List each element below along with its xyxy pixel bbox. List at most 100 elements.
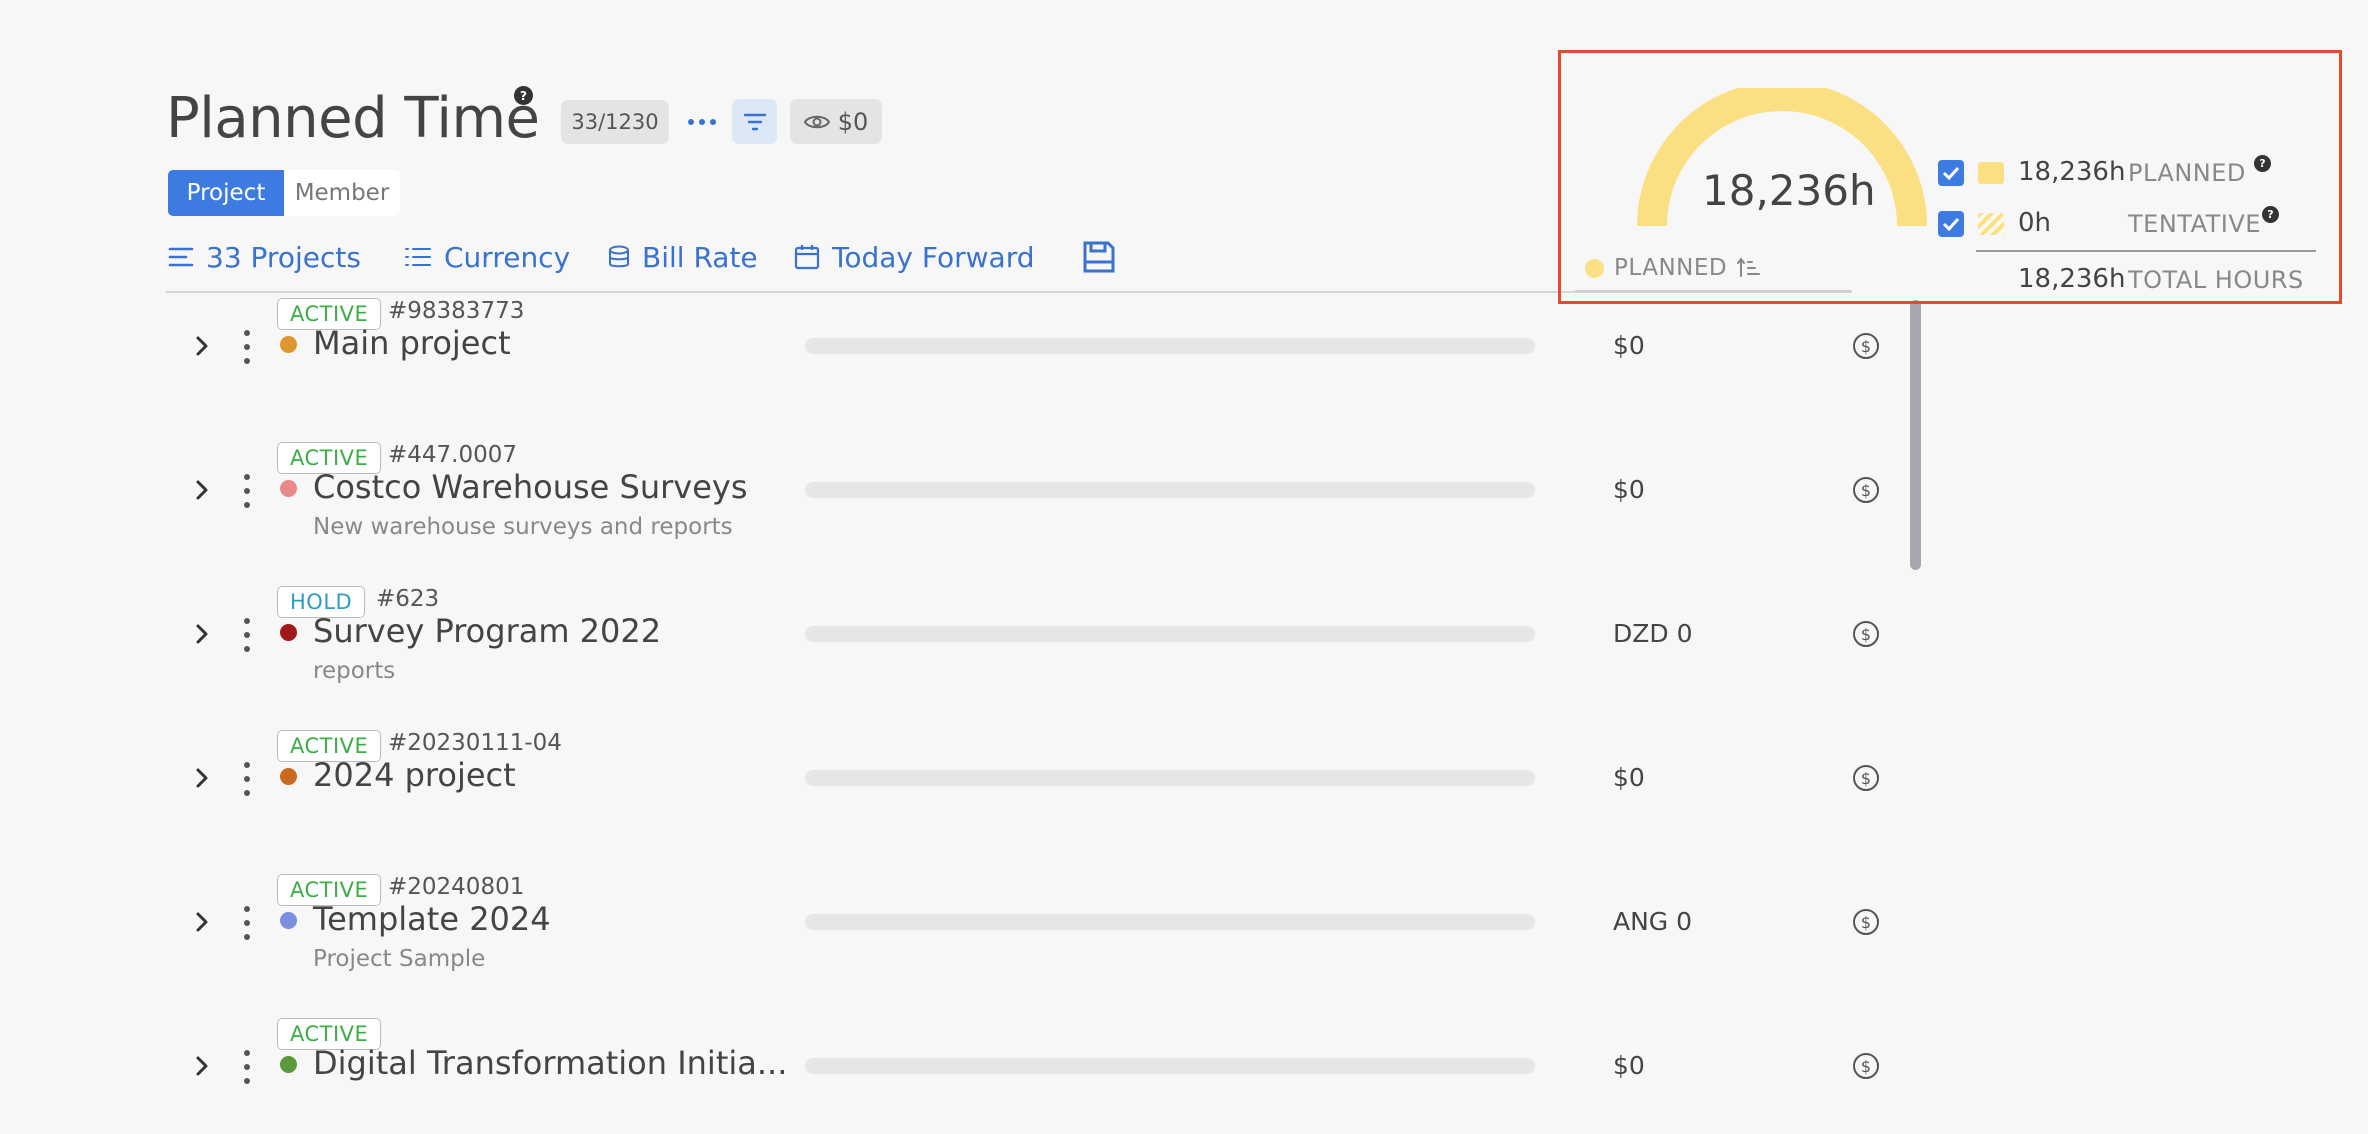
svg-text:$: $ bbox=[1861, 337, 1871, 356]
table-row[interactable]: ACTIVE #20230111-04 2024 project $0 $ bbox=[0, 730, 1930, 874]
project-name[interactable]: 2024 project bbox=[313, 756, 516, 794]
svg-text:$: $ bbox=[1861, 769, 1871, 788]
project-id: #98383773 bbox=[388, 298, 525, 324]
dollar-icon[interactable]: $ bbox=[1852, 476, 1880, 504]
chevron-right-icon[interactable] bbox=[190, 478, 214, 502]
page-title: Planned Time bbox=[166, 86, 540, 151]
member-toggle-button[interactable]: Member bbox=[284, 170, 400, 216]
project-id: #447.0007 bbox=[388, 442, 518, 468]
project-name[interactable]: Survey Program 2022 bbox=[313, 612, 661, 650]
row-menu-button[interactable] bbox=[243, 1050, 251, 1084]
project-color-dot bbox=[280, 336, 297, 353]
dollar-icon[interactable]: $ bbox=[1852, 908, 1880, 936]
planned-value: 18,236h bbox=[2018, 157, 2126, 187]
row-menu-button[interactable] bbox=[243, 474, 251, 508]
scrollbar[interactable] bbox=[1910, 300, 1921, 570]
tentative-help-icon[interactable]: ? bbox=[2262, 206, 2279, 223]
dot-icon bbox=[244, 618, 250, 624]
project-color-dot bbox=[280, 1056, 297, 1073]
currency-selector-label: Currency bbox=[444, 240, 571, 274]
table-row[interactable]: ACTIVE #98383773 Main project $0 $ bbox=[0, 298, 1930, 442]
dot-icon bbox=[244, 488, 250, 494]
project-color-dot bbox=[280, 768, 297, 785]
dot-icon bbox=[244, 1078, 250, 1084]
svg-text:$: $ bbox=[1861, 481, 1871, 500]
chevron-right-icon[interactable] bbox=[190, 1054, 214, 1078]
table-row[interactable]: ACTIVE Digital Transformation Initia... $0… bbox=[0, 1018, 1930, 1134]
svg-text:$: $ bbox=[1861, 1057, 1871, 1076]
dot-icon bbox=[244, 934, 250, 940]
projects-selector[interactable]: 33 Projects bbox=[168, 237, 361, 277]
dollar-icon[interactable]: $ bbox=[1852, 764, 1880, 792]
chevron-right-icon[interactable] bbox=[190, 334, 214, 358]
currency-selector[interactable]: Currency bbox=[404, 237, 570, 277]
total-hours-value: 18,236h bbox=[2018, 264, 2126, 294]
chevron-right-icon[interactable] bbox=[190, 766, 214, 790]
dollar-icon[interactable]: $ bbox=[1852, 620, 1880, 648]
project-name[interactable]: Main project bbox=[313, 324, 511, 362]
filter-button[interactable] bbox=[732, 99, 777, 144]
project-count-chip: 33/1230 bbox=[561, 100, 669, 144]
dot-icon bbox=[699, 119, 705, 125]
chevron-right-icon[interactable] bbox=[190, 622, 214, 646]
project-amount: $0 bbox=[1613, 1051, 1645, 1080]
total-hours-label: TOTAL HOURS bbox=[2128, 266, 2304, 294]
row-menu-button[interactable] bbox=[243, 330, 251, 364]
project-amount: DZD 0 bbox=[1613, 619, 1693, 648]
project-color-dot bbox=[280, 480, 297, 497]
save-view-button[interactable] bbox=[1082, 237, 1116, 277]
list-icon bbox=[168, 247, 194, 267]
project-color-dot bbox=[280, 912, 297, 929]
project-description: Project Sample bbox=[313, 946, 486, 972]
progress-bar bbox=[805, 626, 1535, 642]
dot-icon bbox=[244, 474, 250, 480]
planned-help-icon[interactable]: ? bbox=[2254, 155, 2271, 172]
project-amount: $0 bbox=[1613, 475, 1645, 504]
check-icon bbox=[1942, 166, 1960, 180]
planned-checkbox[interactable] bbox=[1938, 160, 1964, 186]
dollar-icon[interactable]: $ bbox=[1852, 1052, 1880, 1080]
dot-icon bbox=[244, 1064, 250, 1070]
table-row[interactable]: ACTIVE #20240801 Template 2024 Project Samp… bbox=[0, 874, 1930, 1018]
row-menu-button[interactable] bbox=[243, 906, 251, 940]
gauge-value: 18,236h bbox=[1702, 166, 1876, 215]
dot-icon bbox=[244, 1050, 250, 1056]
dot-icon bbox=[688, 119, 694, 125]
calendar-icon bbox=[794, 245, 820, 270]
eye-icon bbox=[803, 115, 830, 128]
tentative-checkbox[interactable] bbox=[1938, 211, 1964, 237]
tentative-swatch bbox=[1978, 213, 2004, 235]
project-description: New warehouse surveys and reports bbox=[313, 514, 733, 540]
project-id: #20240801 bbox=[388, 874, 525, 900]
table-row[interactable]: HOLD #623 Survey Program 2022 reports DZD 0 $ bbox=[0, 586, 1930, 730]
bill-rate-selector-label: Bill Rate bbox=[642, 240, 758, 274]
row-menu-button[interactable] bbox=[243, 762, 251, 796]
progress-bar bbox=[805, 770, 1535, 786]
svg-text:$: $ bbox=[1861, 625, 1871, 644]
dot-icon bbox=[244, 790, 250, 796]
date-range-selector[interactable]: Today Forward bbox=[794, 237, 1034, 277]
sort-icon bbox=[1737, 257, 1761, 277]
dot-icon bbox=[244, 906, 250, 912]
dollar-icon[interactable]: $ bbox=[1852, 332, 1880, 360]
title-help-icon[interactable]: ? bbox=[514, 86, 533, 105]
progress-bar bbox=[805, 914, 1535, 930]
gauge-legend[interactable]: PLANNED bbox=[1585, 255, 1761, 281]
more-options-button[interactable] bbox=[684, 106, 720, 138]
table-row[interactable]: ACTIVE #447.0007 Costco Warehouse Surveys N… bbox=[0, 442, 1930, 586]
progress-bar bbox=[805, 482, 1535, 498]
database-icon bbox=[609, 245, 629, 268]
view-toggle-chip[interactable]: $0 bbox=[790, 99, 882, 144]
progress-bar bbox=[805, 1058, 1535, 1074]
chevron-right-icon[interactable] bbox=[190, 910, 214, 934]
bulleted-list-icon bbox=[405, 248, 431, 266]
dot-icon bbox=[244, 920, 250, 926]
bill-rate-selector[interactable]: Bill Rate bbox=[608, 237, 758, 277]
row-menu-button[interactable] bbox=[243, 618, 251, 652]
project-description: reports bbox=[313, 658, 396, 684]
project-name[interactable]: Template 2024 bbox=[313, 900, 551, 938]
project-name[interactable]: Digital Transformation Initia... bbox=[313, 1044, 787, 1082]
project-name[interactable]: Costco Warehouse Surveys bbox=[313, 468, 747, 506]
dot-icon bbox=[244, 502, 250, 508]
project-toggle-button[interactable]: Project bbox=[168, 170, 284, 216]
